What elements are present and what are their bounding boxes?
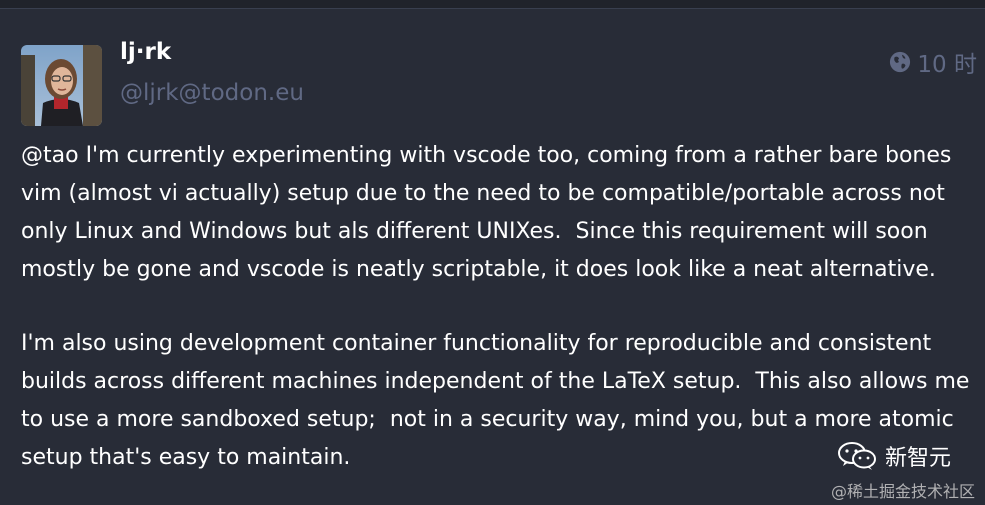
paragraph-1-text: I'm currently experimenting with vscode … xyxy=(21,143,952,282)
mention-link[interactable]: @tao xyxy=(21,143,79,168)
watermark-brand: 新智元 xyxy=(884,446,951,471)
status-meta: 10 时 xyxy=(889,45,977,79)
avatar-image xyxy=(21,45,102,126)
watermark: 新智元 xyxy=(837,440,951,472)
status-content: @tao I'm currently experimenting with vs… xyxy=(21,137,971,477)
avatar[interactable] xyxy=(21,45,102,126)
paragraph-1: @tao I'm currently experimenting with vs… xyxy=(21,137,971,289)
timestamp[interactable]: 10 时 xyxy=(917,45,977,79)
account-handle[interactable]: @ljrk@todon.eu xyxy=(120,80,304,106)
paragraph-2: I'm also using development container fun… xyxy=(21,331,970,470)
wechat-icon xyxy=(837,442,876,470)
globe-icon xyxy=(890,51,911,73)
top-divider xyxy=(0,0,985,9)
display-name[interactable]: lj·rk xyxy=(120,39,171,65)
status-card: lj·rk @ljrk@todon.eu 10 时 @tao I'm curre… xyxy=(0,9,985,505)
watermark-sub: @稀土掘金技术社区 xyxy=(830,482,975,501)
